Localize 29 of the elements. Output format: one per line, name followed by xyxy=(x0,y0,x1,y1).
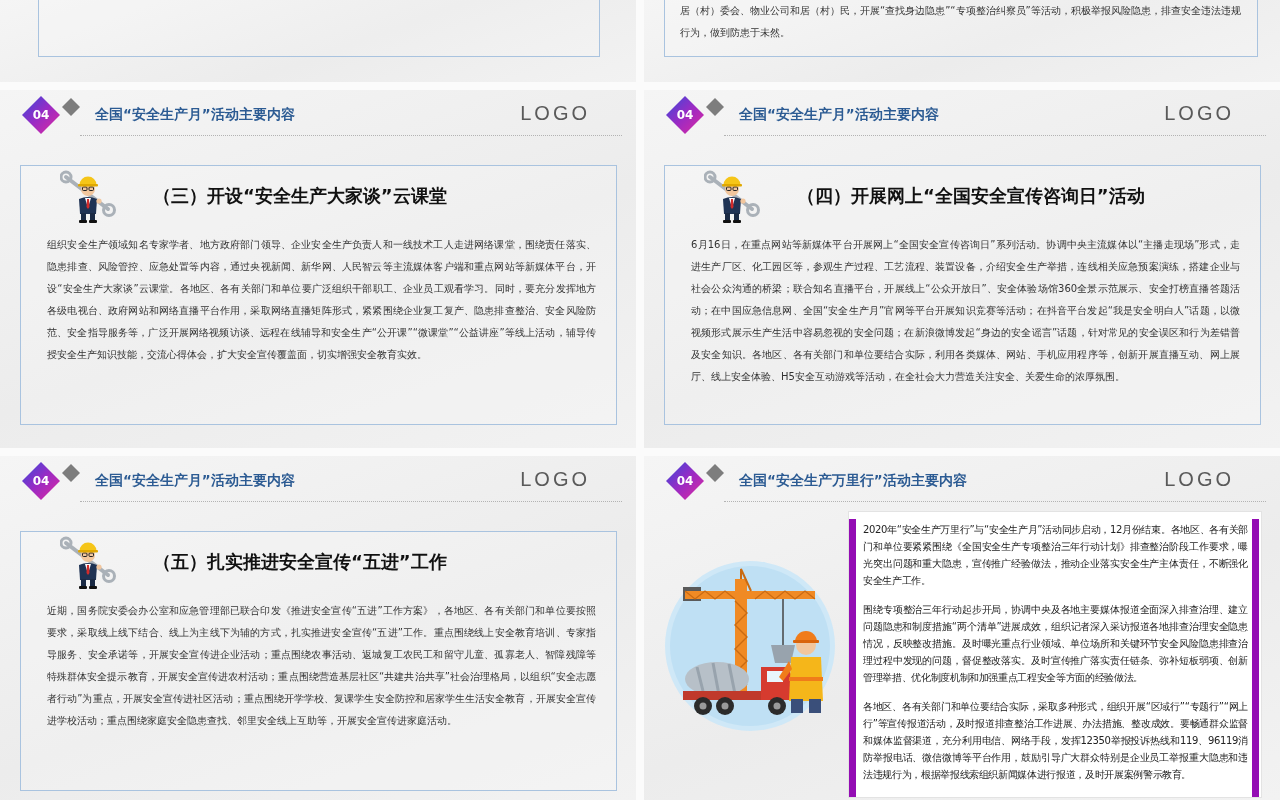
slide-title: 全国“安全生产万里行”活动主要内容 xyxy=(739,472,967,490)
slide-title: 全国“安全生产月”活动主要内容 xyxy=(739,106,939,124)
body-paragraph: 居（村）委会、物业公司和居（村）民，开展“查找身边隐患”“专项整治纠察员”等活动，积极举报风险隐患，排查安全违法违规行为，做到防患于未然。 xyxy=(679,4,1242,40)
body-paragraph: 各地区、各有关部门和单位要结合实际，采取多种形式，组织开展“区域行”“专题行”“网上行”等宣传报道活动，及时报道排查整治工作进展、办法措施、整改成效。要畅通群众监督和媒体监督渠道，充分利用电信、网络手段，发挥12350举报投诉热线和119、96119消防举报电话、微信微博等平台作用，鼓励引导广大群众特别是企业员工举报重大隐患和违法违规行为，根据举报线索组织新闻媒体进行报道，及时开展案例警示教育。 xyxy=(863,700,1248,782)
diamond-icon xyxy=(706,464,724,482)
logo-text: LOGO xyxy=(520,468,590,491)
logo-text: LOGO xyxy=(1164,102,1234,125)
worker-icon xyxy=(60,168,116,224)
section-heading: （三）开设“安全生产大家谈”云课堂 xyxy=(153,184,447,208)
section-number-badge: 04 xyxy=(666,462,704,500)
section-heading: （五）扎实推进安全宣传“五进”工作 xyxy=(153,550,447,574)
logo-text: LOGO xyxy=(520,102,590,125)
section-number-badge: 04 xyxy=(22,96,60,134)
body-paragraph: 2020年“安全生产万里行”与“安全生产月”活动同步启动，12月份结束。各地区、各有关部门和单位要紧紧围绕《全国安全生产专项整治三年行动计划》排查整治阶段工作要求，曝光突出问题和重大隐患，宣传推广经验做法，推动企业落实安全生产主体责任，不断强化安全生产工作。 xyxy=(863,523,1248,588)
slide-title: 全国“安全生产月”活动主要内容 xyxy=(95,106,295,124)
section-number-badge: 04 xyxy=(22,462,60,500)
slide-title: 全国“安全生产月”活动主要内容 xyxy=(95,472,295,490)
body-paragraph: 近期，国务院安委会办公室和应急管理部已联合印发《推进安全宣传“五进”工作方案》，各地区、各有关部门和单位要按照要求，采取线上线下结合、线上为主线下为辅的方式，扎实推进安全宣传“五进”工作。重点围绕线上安全教育培训、专家指导服务、安全承诺等，开展安全宣传进企业活动；重点围绕农事活动、返城复工农民工和留守儿童、孤寡老人、智障残障等特殊群体安全提示教育，开展安全宣传进农村活动；重点围绕营造基层社区“共建共治共享”社会治理格局，以组织“安全志愿者行动”为重点，开展安全宣传进社区活动；重点围绕开学学校、复课学生安全防控和居家学生生活安全教育，开展安全宣传进学校活动；重点围绕家庭安全隐患查找、邻里安全线上互助等，开展安全宣传进家庭活动。 xyxy=(47,604,596,728)
body-paragraph: 6月16日，在重点网站等新媒体平台开展网上“全国安全宣传咨询日”系列活动。协调中央主流媒体以“主播走现场”形式，走进生产厂区、化工园区等，参观生产过程、工艺流程、装置设备，介绍安全生产举措，连线相关应急预案演练，搭建企业与社会公众沟通的桥梁；联合知名直播平台，开展线上“公众开放日”、安全体验场馆360全景示范展示、安全打榜直播答题活动；在中国应急信息网、全国“安全生产月”官网等平台开展知识竞赛等活动；在抖音平台发起“我是安全明白人”话题，以微视频形式展示生产生活中容易忽视的安全问题；在新浪微博发起“身边的安全谣言”话题，针对常见的安全误区和行为差错普及安全知识。各地区、各有关部门和单位要结合实际，利用各类媒体、网站、手机应用程序等，创新开展直播互动、网上展厅、线上安全体验、H5安全互动游戏等活动，在全社会大力营造关注安全、关爱生命的浓厚氛围。 xyxy=(691,238,1240,384)
diamond-icon xyxy=(706,98,724,116)
logo-text: LOGO xyxy=(1164,468,1234,491)
section-number-badge: 04 xyxy=(666,96,704,134)
worker-icon xyxy=(704,168,760,224)
section-heading: （四）开展网上“全国安全宣传咨询日”活动 xyxy=(797,184,1145,208)
diamond-icon xyxy=(62,464,80,482)
worker-icon xyxy=(60,534,116,590)
body-paragraph: 围绕专项整治三年行动起步开局，协调中央及各地主要媒体报道全面深入排查治理、建立问题隐患和制度措施“两个清单”进展成效，组织记者深入采访报道各地排查治理安全隐患情况，反映整改措施。及时曝光重点行业领域、单位场所和关键环节安全风险隐患排查治理过程中发现的问题，督促整改落实。及时宣传推广落实责任链条、弥补短板弱项、创新管理举措、优化制度机制和加强重点工程安全等方面的经验做法。 xyxy=(863,603,1248,685)
diamond-icon xyxy=(62,98,80,116)
body-paragraph: 组织安全生产领域知名专家学者、地方政府部门领导、企业安全生产负责人和一线技术工人走进网络课堂，围绕责任落实、隐患排查、风险管控、应急处置等内容，通过央视新闻、新华网、人民智云等主流媒体客户端和重点网站等新媒体平台，开设“安全生产大家谈”云课堂。各地区、各有关部门和单位要广泛组织干部职工、企业员工观看学习。同时，要充分发挥地方各级电视台、政府网站和网络直播平台作用，采取网络直播矩阵形式，紧紧围绕企业复工复产、隐患排查整治、安全风险防范、安全指导服务等，广泛开展网络视频访谈、远程在线辅导和安全生产“公开课”“微课堂”“公益讲座”等线上活动，辅导传授安全生产知识技能，交流心得体会，扩大安全宣传覆盖面，切实增强安全教育实效。 xyxy=(47,238,596,362)
